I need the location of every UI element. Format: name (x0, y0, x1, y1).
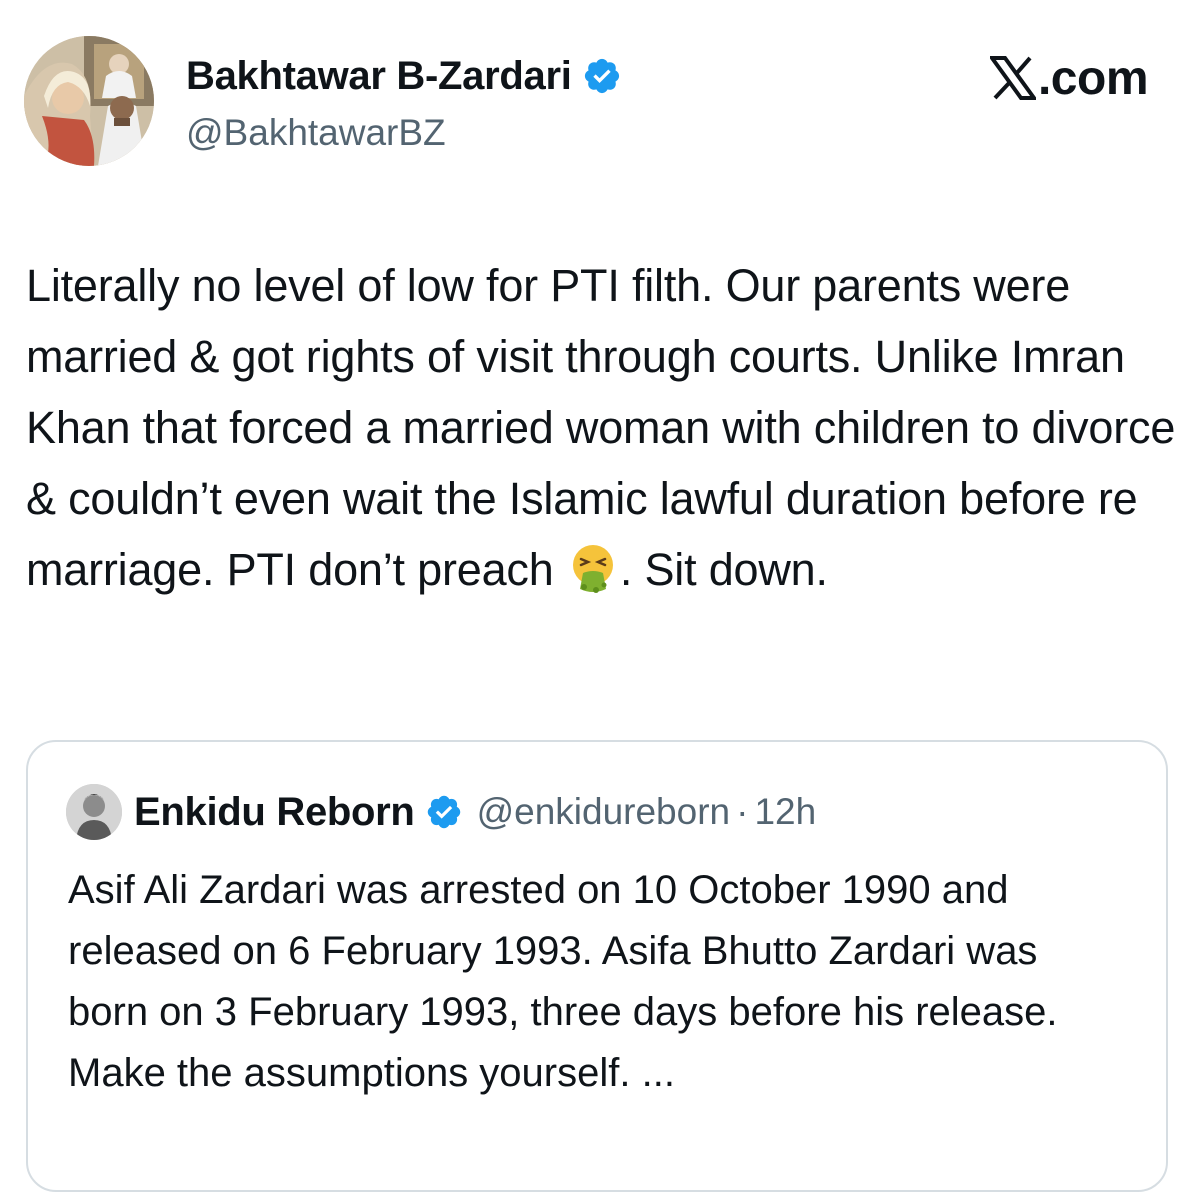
x-logo-icon (988, 56, 1038, 100)
quoted-verified-badge-icon (425, 793, 463, 831)
profile-photo-icon (24, 36, 154, 166)
quoted-separator: · (736, 791, 749, 832)
tweet-text-tail: . Sit down. (619, 544, 828, 595)
tweet-body: Literally no level of low for PTI filth.… (26, 250, 1176, 605)
quoted-profile-photo-icon (66, 784, 122, 840)
brand-watermark: .com (988, 50, 1149, 106)
tweet-screenshot: Bakhtawar B-Zardari @BakhtawarBZ .com Li… (0, 0, 1194, 1200)
verified-badge-icon (582, 56, 622, 96)
quoted-tweet-text: Asif Ali Zardari was arrested on 10 Octo… (68, 868, 1058, 1095)
brand-text: .com (1037, 51, 1149, 105)
quoted-tweet-card[interactable]: Enkidu Reborn @enkidureborn · 12h Asif A… (26, 740, 1168, 1192)
quoted-author-name[interactable]: Enkidu Reborn (134, 790, 415, 835)
author-handle[interactable]: @BakhtawarBZ (186, 112, 446, 154)
quoted-timestamp[interactable]: 12h (754, 791, 816, 833)
nauseated-vomiting-face-icon (566, 541, 620, 595)
quoted-tweet-header: Enkidu Reborn @enkidureborn · 12h (66, 784, 816, 840)
quoted-author-avatar[interactable] (66, 784, 122, 840)
quoted-author-handle[interactable]: @enkidureborn (477, 791, 731, 833)
author-name-row: Bakhtawar B-Zardari (186, 50, 622, 102)
author-avatar[interactable] (24, 36, 154, 166)
author-name[interactable]: Bakhtawar B-Zardari (186, 54, 572, 99)
